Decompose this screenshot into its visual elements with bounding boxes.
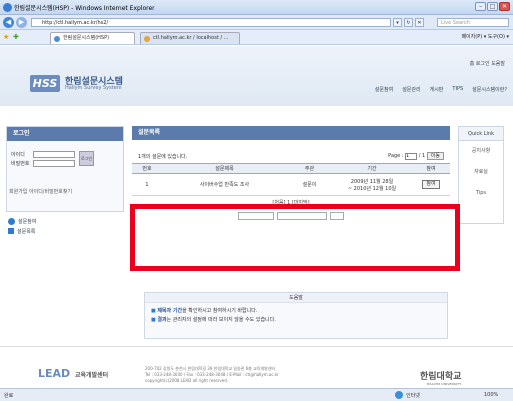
quick-item-tips[interactable]: Tips [459,183,503,204]
quick-item-notice[interactable]: 공지사항 [459,141,503,162]
id-label: 아이디 [11,152,25,158]
col-join: 참여 [412,163,450,174]
top-links[interactable]: 홈 로그인 도움말 [470,60,505,67]
university-logo[interactable]: 한림대학교 HALLYM UNIVERSITY [420,369,461,386]
minimize-button[interactable]: – [475,2,486,11]
login-heading: 로그인 [7,127,123,141]
go-button[interactable]: 이동 [426,152,444,160]
quick-item-archive[interactable]: 자료실 [459,162,503,183]
add-favorite-icon[interactable]: ✚ [13,33,19,41]
pw-label: 비밀번호 [11,161,30,167]
list-info-row: 1개의 설문에 있습니다. Page : / 1 이동 [132,149,450,163]
search-input[interactable]: Live Search [437,18,509,27]
col-period: 기간 [332,163,412,174]
survey-count: 1개의 설문에 있습니다. [138,153,188,160]
nav-about[interactable]: 설문시스템이란? [472,86,507,93]
zone-text: 인터넷 [406,393,420,399]
col-title: 설문제목 [162,163,287,174]
login-box: 로그인 아이디 비밀번호 로그인 회원가입 아이디/비밀번호찾기 [6,126,124,212]
circle-icon [8,217,15,225]
footer-address: 200-702 강원도 춘천시 한림대학길 39 한림대학교 일송관 6층 교육… [145,366,279,383]
login-links[interactable]: 회원가입 아이디/비밀번호찾기 [9,188,72,195]
quick-link-heading: Quick Link [459,127,503,141]
nav-survey-manage[interactable]: 설문관리 [402,86,420,93]
col-no: 번호 [132,163,162,174]
sidebar: 로그인 아이디 비밀번호 로그인 회원가입 아이디/비밀번호찾기 설문참여 설문… [6,126,124,236]
nav-survey-participate[interactable]: 설문참여 [375,86,393,93]
site-subtitle: Hallym Survey System [65,85,122,91]
globe-icon [395,391,403,399]
site-footer: LEAD 교육개발센터 200-702 강원도 춘천시 한림대학길 39 한림대… [0,346,513,388]
pager: Page : / 1 이동 [388,152,444,160]
side-item-participate[interactable]: 설문참여 [6,216,124,226]
help-box: 도움말 ■ 제목과 기간을 확인하시고 참여하시기 바랍니다. ■ 결과는 관리… [144,292,448,339]
row-no: 1 [132,173,162,196]
dropdown-icon[interactable]: ▾ [393,18,402,27]
address-bar: ◀ ▶ http://ctl.hallym.ac.kr/hs2/ ▾ ↻ ✕ L… [0,15,513,30]
help-item: ■ 제목과 기간을 확인하시고 참여하시기 바랍니다. [151,308,258,314]
help-item: ■ 결과는 관리자의 설정에 따라 보이지 않을 수도 있습니다. [151,317,276,323]
maximize-button[interactable]: □ [487,2,498,11]
command-bar[interactable]: 페이지(P) ▾ 도구(O) ▾ [461,33,509,40]
nav-board[interactable]: 게시판 [430,86,444,93]
favorites-star-icon[interactable]: ★ [3,33,9,41]
col-owner: 주관 [287,163,332,174]
survey-list-heading: 설문목록 [132,126,450,140]
help-heading: 도움말 [145,293,447,303]
row-action: 참여 [412,173,450,196]
forward-button[interactable]: ▶ [16,17,27,28]
table-row: 1 사이버수업 만족도 조사 설문이 2009년 11월 28일 ~ 2010년… [132,173,450,196]
id-field[interactable] [33,151,75,158]
nav-tips[interactable]: TIPS [452,86,463,93]
survey-table: 번호 설문제목 주관 기간 참여 1 사이버수업 만족도 조사 설문이 2009… [132,163,450,196]
zoom-level[interactable]: 100% [484,392,498,398]
status-bar: 완료 인터넷 100% [0,388,513,401]
join-button[interactable]: 참여 [422,180,440,189]
main-nav: 설문참여 설문관리 게시판 TIPS 설문시스템이란? [375,86,507,93]
window-title: 한림설문시스템(HSP) - Windows Internet Explorer [14,5,155,12]
close-button[interactable]: ✕ [499,2,510,11]
row-period: 2009년 11월 28일 ~ 2010년 12월 10일 [332,173,412,196]
login-button[interactable]: 로그인 [79,151,94,166]
lead-logo[interactable]: LEAD 교육개발센터 [38,367,108,380]
tab-bar: ★ ✚ 한림설문시스템(HSP) ctl.hallym.ac.kr / loca… [0,30,513,45]
status-text: 완료 [4,393,14,399]
url-field[interactable]: http://ctl.hallym.ac.kr/hs2/ [31,18,391,27]
bullet-icon: ■ [151,317,156,323]
refresh-icon[interactable]: ↻ [404,18,413,27]
hss-logo[interactable]: HSS [30,75,60,92]
side-item-list[interactable]: 설문목록 [6,226,124,236]
side-menu: 설문참여 설문목록 [6,216,124,236]
bullet-icon: ■ [151,308,156,314]
row-title[interactable]: 사이버수업 만족도 조사 [162,173,287,196]
password-field[interactable] [33,160,75,167]
window-titlebar: 한림설문시스템(HSP) - Windows Internet Explorer… [0,0,513,15]
page-icon [54,36,60,42]
page-input[interactable] [405,152,418,160]
row-owner: 설문이 [287,173,332,196]
highlight-box [130,204,460,271]
back-button[interactable]: ◀ [3,17,14,28]
ie-icon [3,3,12,12]
web-page: HSS 한림설문시스템 Hallym Survey System 홈 로그인 도… [0,46,513,388]
quick-link-box: Quick Link 공지사항 자료실 Tips [458,126,504,224]
stop-icon[interactable]: ✕ [415,18,424,27]
tab-hsp[interactable]: 한림설문시스템(HSP) [50,32,135,44]
list-icon [8,228,14,234]
page-icon [144,36,150,42]
tab-localhost[interactable]: ctl.hallym.ac.kr / localhost / ... [140,32,240,44]
